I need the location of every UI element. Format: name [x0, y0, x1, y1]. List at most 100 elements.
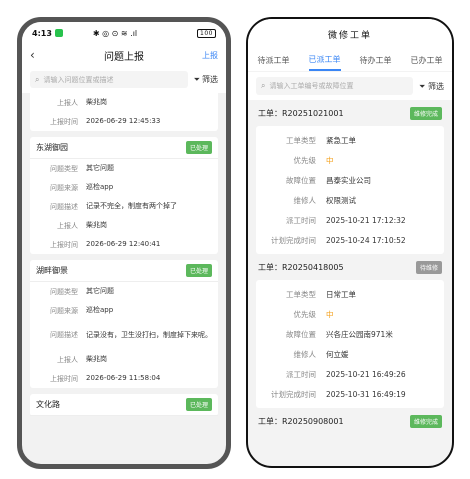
- field-label: 问题描述: [50, 331, 78, 339]
- field-label: 问题来源: [50, 306, 78, 315]
- issue-card[interactable]: 东湖御园 已处理 问题类型 其它问题 问题来源 巡检app 问题描述 记录不完全，制度…: [30, 137, 218, 254]
- filter-label: 筛选: [428, 81, 444, 91]
- field-value: 柴兆岗: [86, 221, 107, 229]
- card-location: 东湖御园: [36, 143, 68, 152]
- field-value: 2025-10-24 17:10:52: [326, 235, 406, 245]
- field-label: 问题类型: [50, 164, 78, 173]
- filter-label: 筛选: [202, 75, 218, 84]
- order-header[interactable]: 工单：R20250908001 维修完成: [248, 408, 452, 434]
- field-label: 维修人: [293, 195, 317, 205]
- search-icon: ⌕: [261, 81, 266, 90]
- search-row: ⌕ 请输入工单编号或故障位置 ⏷ 筛选: [248, 72, 452, 100]
- issue-card[interactable]: 文化路 已处理: [30, 394, 218, 416]
- field-label: 问题描述: [50, 202, 78, 211]
- field-label: 上报时间: [50, 117, 78, 126]
- nav-bar: ‹ 问题上报 上报: [22, 44, 226, 66]
- field-label: 上报时间: [50, 374, 78, 383]
- order-id: 工单：R20251021001: [258, 108, 344, 118]
- field-value: 柴兆岗: [86, 98, 107, 106]
- card-header: 东湖御园 已处理: [30, 137, 218, 159]
- field-label: 上报时间: [50, 240, 78, 249]
- search-placeholder: 请输入问题位置或描述: [43, 75, 114, 84]
- field-label: 上报人: [57, 221, 78, 230]
- field-label: 上报人: [57, 98, 78, 107]
- filter-button[interactable]: ⏷ 筛选: [419, 81, 444, 92]
- search-row: ⌕ 请输入问题位置或描述 ⏷ 筛选: [22, 66, 226, 93]
- field-value: 巡检app: [86, 306, 114, 314]
- left-phone: 4:13 ✱ ◎ ⊙ ≋ .ıl 100 ‹ 问题上报 上报 ⌕ 请输入问题位置…: [17, 17, 231, 469]
- tab-dispatched[interactable]: 已派工单: [308, 50, 341, 71]
- field-value: 记录不完全，制度有两个掉了: [86, 202, 177, 210]
- field-value: 昌泰实业公司: [326, 175, 371, 185]
- order-header[interactable]: 工单：R20250418005 待维修: [248, 254, 452, 280]
- field-label: 工单类型: [286, 289, 316, 299]
- filter-icon: ⏷: [193, 74, 200, 84]
- issue-card[interactable]: 湖畔御景 已处理 问题类型 其它问题 问题来源 巡检app 问题描述 记录没有，卫生没…: [30, 260, 218, 388]
- status-badge: 维修完成: [409, 414, 442, 428]
- order-id: 工单：R20250418005: [258, 262, 344, 272]
- field-value: 紧急工单: [326, 135, 356, 145]
- status-badge: 已处理: [185, 264, 212, 277]
- order-card[interactable]: 工单类型 紧急工单 优先级中 故障位置 昌泰实业公司 维修人 权限测试 派工时间 202…: [256, 126, 444, 254]
- tab-done[interactable]: 已办工单: [411, 51, 443, 70]
- filter-button[interactable]: ⏷ 筛选: [194, 74, 218, 85]
- field-value: 2026-06-29 11:58:04: [86, 374, 161, 382]
- card-location: 湖畔御景: [36, 266, 68, 275]
- field-value: 巡检app: [86, 183, 114, 191]
- field-value: 2025-10-21 16:49:26: [326, 369, 406, 379]
- status-bar: 4:13 ✱ ◎ ⊙ ≋ .ıl 100: [22, 22, 226, 44]
- field-label: 优先级: [293, 155, 317, 165]
- field-label: 计划完成时间: [271, 389, 316, 399]
- field-label: 维修人: [293, 349, 317, 359]
- field-value: 何立媛: [326, 349, 349, 359]
- back-icon[interactable]: ‹: [30, 48, 35, 62]
- field-label: 问题来源: [50, 183, 78, 192]
- field-value: 权限测试: [326, 195, 356, 205]
- field-value: 2025-10-21 17:12:32: [326, 215, 406, 225]
- field-label: 派工时间: [286, 215, 316, 225]
- tab-bar: 待派工单 已派工单 待办工单 已办工单: [248, 49, 452, 71]
- field-row: 上报时间 2026-06-29 12:45:33: [30, 112, 218, 131]
- search-placeholder: 请输入工单编号或故障位置: [269, 82, 354, 90]
- status-badge: 已处理: [185, 398, 212, 411]
- field-value: 柴兆岗: [86, 355, 107, 363]
- right-phone: 微修工单 待派工单 已派工单 待办工单 已办工单 ⌕ 请输入工单编号或故障位置 …: [246, 17, 454, 468]
- status-badge: 维修完成: [409, 106, 442, 120]
- field-label: 工单类型: [286, 135, 316, 145]
- status-badge: 待维修: [415, 260, 442, 274]
- priority-value: 中: [326, 309, 334, 319]
- field-value: 日常工单: [326, 289, 356, 299]
- field-label: 优先级: [293, 309, 317, 319]
- issue-card-partial[interactable]: 上报人 柴兆岗 上报时间 2026-06-29 12:45:33: [30, 93, 218, 131]
- field-value: 记录没有，卫生没打扫，制度掉下来呢。: [86, 330, 212, 339]
- field-value: 2026-06-29 12:40:41: [86, 240, 161, 248]
- status-time: 4:13: [32, 28, 52, 38]
- signal-icons: ✱ ◎ ⊙ ≋ .ıl: [92, 28, 138, 38]
- report-button[interactable]: 上报: [202, 50, 218, 61]
- status-badge: 已处理: [185, 141, 212, 154]
- filter-icon: ⏷: [419, 81, 426, 91]
- field-label: 计划完成时间: [271, 235, 316, 245]
- page-title: 微修工单: [248, 19, 452, 49]
- search-input[interactable]: ⌕ 请输入工单编号或故障位置: [256, 77, 414, 95]
- field-value: 其它问题: [86, 164, 114, 172]
- battery-icon: 100: [197, 28, 216, 38]
- field-label: 上报人: [57, 355, 78, 364]
- page-title: 问题上报: [104, 51, 144, 63]
- search-icon: ⌕: [35, 74, 40, 84]
- field-row: 上报人 柴兆岗: [30, 93, 218, 112]
- card-header: 文化路 已处理: [30, 394, 218, 416]
- card-location: 文化路: [36, 400, 60, 409]
- field-value: 2026-06-29 12:45:33: [86, 117, 161, 125]
- tab-pending-dispatch[interactable]: 待派工单: [258, 51, 290, 70]
- order-id: 工单：R20250908001: [258, 416, 344, 426]
- field-label: 问题类型: [50, 287, 78, 296]
- order-card[interactable]: 工单类型 日常工单 优先级中 故障位置 兴各庄公园南971米 维修人 何立媛 派工时间…: [256, 280, 444, 408]
- search-input[interactable]: ⌕ 请输入问题位置或描述: [30, 71, 188, 88]
- tab-todo[interactable]: 待办工单: [360, 51, 392, 70]
- card-header: 湖畔御景 已处理: [30, 260, 218, 282]
- field-value: 2025-10-31 16:49:19: [326, 389, 406, 399]
- order-header[interactable]: 工单：R20251021001 维修完成: [248, 100, 452, 126]
- wechat-icon: [54, 29, 63, 37]
- field-label: 派工时间: [286, 369, 316, 379]
